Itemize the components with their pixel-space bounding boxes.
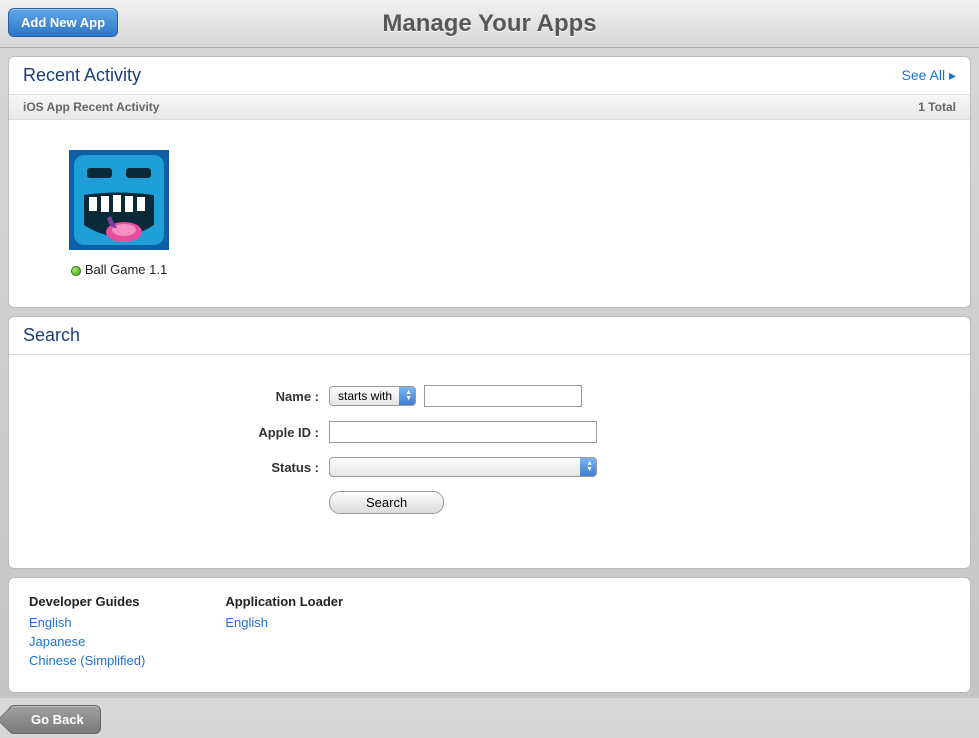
recent-activity-panel: Recent Activity See All ▸ iOS App Recent… <box>8 56 971 308</box>
developer-guides-title: Developer Guides <box>29 594 145 609</box>
status-select[interactable] <box>329 457 597 477</box>
recent-subheader-left: iOS App Recent Activity <box>23 100 159 114</box>
header: Add New App Manage Your Apps <box>0 0 979 48</box>
search-button[interactable]: Search <box>329 491 444 514</box>
status-label: Status : <box>9 460 329 475</box>
app-icon <box>69 150 169 250</box>
go-back-button[interactable]: Go Back <box>8 705 101 734</box>
recent-subheader: iOS App Recent Activity 1 Total <box>9 95 970 120</box>
app-name: Ball Game 1.1 <box>85 262 167 277</box>
footer-panel: Developer Guides English Japanese Chines… <box>8 577 971 693</box>
application-loader-column: Application Loader English <box>225 594 343 672</box>
apple-id-label: Apple ID : <box>9 425 329 440</box>
dev-guide-link-japanese[interactable]: Japanese <box>29 634 145 649</box>
app-item[interactable]: Ball Game 1.1 <box>69 150 169 277</box>
see-all-text: See All <box>901 67 945 83</box>
app-loader-link-english[interactable]: English <box>225 615 343 630</box>
name-input[interactable] <box>424 385 582 407</box>
dev-guide-link-chinese[interactable]: Chinese (Simplified) <box>29 653 145 668</box>
apple-id-input[interactable] <box>329 421 597 443</box>
recent-subheader-right: 1 Total <box>918 100 956 114</box>
chevron-right-icon: ▸ <box>949 67 956 83</box>
dev-guide-link-english[interactable]: English <box>29 615 145 630</box>
application-loader-title: Application Loader <box>225 594 343 609</box>
add-new-app-button[interactable]: Add New App <box>8 8 118 37</box>
see-all-link[interactable]: See All ▸ <box>901 67 956 84</box>
developer-guides-column: Developer Guides English Japanese Chines… <box>29 594 145 672</box>
app-grid: Ball Game 1.1 <box>9 120 970 307</box>
recent-activity-title: Recent Activity <box>23 65 141 86</box>
status-dot-icon <box>71 266 81 276</box>
search-panel: Search Name : starts with ▲▼ Apple ID : … <box>8 316 971 569</box>
go-back-label: Go Back <box>31 712 84 727</box>
page-title: Manage Your Apps <box>0 0 979 48</box>
name-label: Name : <box>9 389 329 404</box>
search-title: Search <box>23 325 80 346</box>
name-match-select[interactable]: starts with <box>329 386 416 406</box>
